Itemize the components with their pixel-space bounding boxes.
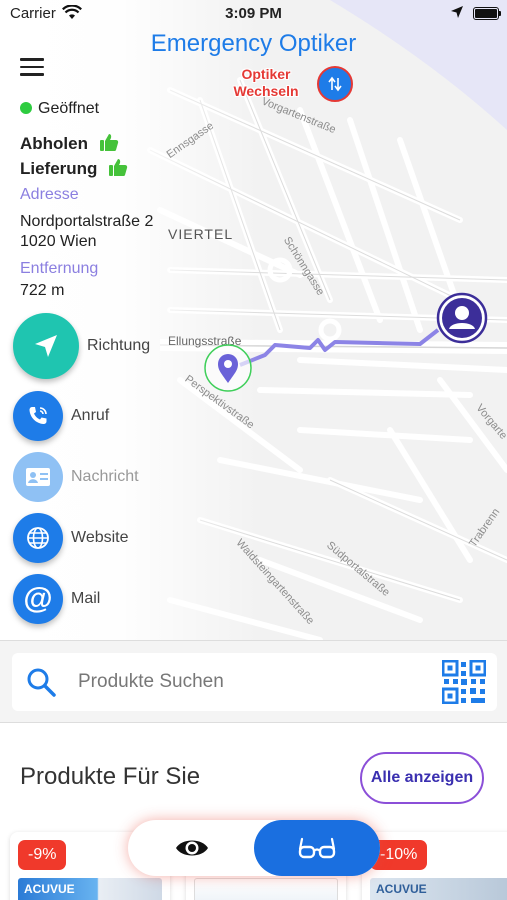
thumbs-up-icon: [109, 159, 128, 176]
glasses-icon: [298, 837, 336, 859]
switch-optician-label[interactable]: Optiker Wechseln: [233, 66, 299, 100]
directions-label: Richtung: [87, 337, 151, 354]
switch-optician-button[interactable]: [317, 66, 353, 102]
open-status: Geöffnet: [20, 100, 99, 118]
delivery-label: Lieferung: [20, 159, 98, 178]
qr-code-icon[interactable]: [442, 660, 486, 704]
navigation-arrow-icon: [35, 335, 57, 357]
location-arrow-icon: [451, 6, 463, 18]
at-icon: @: [23, 582, 53, 615]
search-bar[interactable]: [12, 653, 497, 711]
pickup-label: Abholen: [20, 134, 88, 153]
delivery-row: Lieferung: [20, 157, 128, 179]
mail-button[interactable]: @: [13, 574, 63, 624]
message-label: Nachricht: [71, 468, 139, 485]
battery-tip: [499, 11, 501, 16]
call-action[interactable]: Anruf: [13, 391, 109, 441]
message-button[interactable]: [13, 452, 63, 502]
contact-card-icon: [26, 468, 50, 486]
view-mode-toggle[interactable]: [128, 820, 380, 876]
directions-action[interactable]: Richtung: [13, 313, 150, 379]
search-icon: [27, 668, 56, 697]
globe-icon: [27, 527, 49, 549]
distance-value: 722 m: [20, 282, 65, 299]
switch-label-text: Optiker Wechseln: [233, 66, 299, 99]
product-image: ACUVUE: [370, 878, 507, 900]
store-pin-icon[interactable]: [203, 343, 253, 393]
products-title: Produkte Für Sie: [20, 763, 201, 790]
product-image: ACUVUE: [18, 878, 162, 900]
phone-icon: [29, 407, 47, 424]
glasses-toggle-button[interactable]: [254, 820, 380, 876]
status-text: Geöffnet: [38, 100, 100, 117]
address-label: Adresse: [20, 186, 79, 203]
mail-label: Mail: [71, 590, 101, 607]
website-label: Website: [71, 529, 129, 546]
message-action[interactable]: Nachricht: [13, 452, 139, 502]
thumbs-up-icon: [99, 134, 118, 151]
clock: 3:09 PM: [225, 5, 282, 22]
address-line1: Nordportalstraße 2: [20, 213, 154, 230]
status-bar: Carrier 3:09 PM: [0, 0, 507, 28]
menu-icon[interactable]: [20, 58, 44, 76]
eye-toggle-button[interactable]: [144, 820, 240, 876]
eye-icon: [176, 840, 208, 856]
discount-badge: -9%: [18, 840, 67, 870]
website-action[interactable]: Website: [13, 513, 129, 563]
call-button[interactable]: [13, 391, 63, 441]
user-location-icon[interactable]: [436, 292, 488, 344]
directions-button[interactable]: [13, 313, 79, 379]
street-label: VIERTEL: [168, 226, 234, 242]
status-dot: [20, 102, 32, 114]
app-title: Emergency Optiker: [150, 30, 357, 57]
call-label: Anruf: [71, 407, 110, 424]
pickup-row: Abholen: [20, 132, 119, 154]
search-input[interactable]: [78, 665, 418, 699]
website-button[interactable]: [13, 513, 63, 563]
product-card[interactable]: ACUVUE -10%: [362, 832, 507, 900]
distance-label: Entfernung: [20, 260, 99, 277]
show-all-button[interactable]: Alle anzeigen: [360, 752, 484, 804]
battery-icon: [473, 7, 499, 20]
mail-action[interactable]: @ Mail: [13, 574, 100, 624]
map-divider: [0, 640, 507, 641]
product-image: [194, 878, 338, 900]
switch-icon: [328, 76, 342, 92]
section-divider: [0, 722, 507, 723]
address-line2: 1020 Wien: [20, 233, 97, 250]
